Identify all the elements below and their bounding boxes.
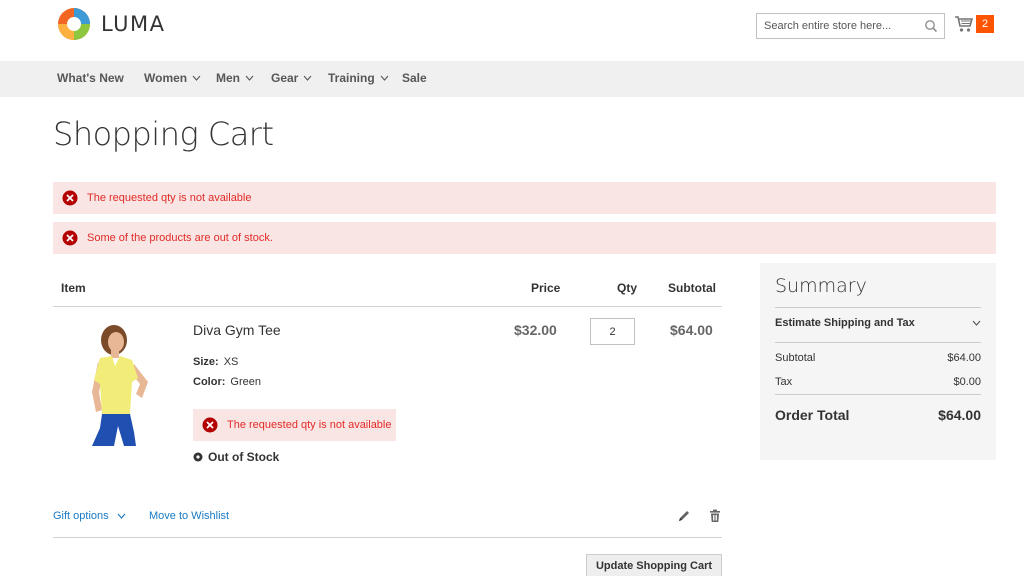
table-divider xyxy=(53,537,722,538)
nav-item-sale[interactable]: Sale xyxy=(402,71,427,85)
nav-item-training[interactable]: Training xyxy=(328,71,389,85)
nav-item-label: Training xyxy=(328,71,375,85)
gift-options-label: Gift options xyxy=(53,510,109,522)
chevron-down-icon xyxy=(972,320,981,326)
subtotal-label: Subtotal xyxy=(775,352,816,364)
order-summary: Summary Estimate Shipping and Tax Subtot… xyxy=(760,263,996,460)
summary-divider xyxy=(775,307,981,308)
main-navigation: What's New Women Men Gear Training Sale xyxy=(0,61,1024,97)
estimate-shipping-label: Estimate Shipping and Tax xyxy=(775,317,915,329)
chevron-down-icon xyxy=(117,513,126,519)
tax-label: Tax xyxy=(775,376,793,388)
header: LUMA 2 xyxy=(0,0,1024,61)
column-header-item: Item xyxy=(61,281,86,295)
nav-item-whats-new[interactable]: What's New xyxy=(57,71,124,85)
error-message-text: Some of the products are out of stock. xyxy=(87,232,273,244)
summary-title: Summary xyxy=(775,275,867,297)
summary-tax-row: Tax $0.00 xyxy=(775,376,981,388)
update-shopping-cart-button[interactable]: Update Shopping Cart xyxy=(586,554,722,576)
nav-item-label: Men xyxy=(216,71,240,85)
delete-icon[interactable] xyxy=(708,509,722,523)
option-value: Green xyxy=(230,376,261,388)
stock-status: Out of Stock xyxy=(193,450,279,464)
summary-divider xyxy=(775,342,981,343)
error-icon xyxy=(62,230,78,246)
error-message-text: The requested qty is not available xyxy=(87,192,252,204)
cart-icon xyxy=(955,16,974,32)
out-of-stock-icon xyxy=(193,452,203,462)
nav-item-label: What's New xyxy=(57,71,124,85)
search-input[interactable] xyxy=(757,14,917,38)
error-icon xyxy=(62,190,78,206)
summary-subtotal-row: Subtotal $64.00 xyxy=(775,352,981,364)
subtotal-value: $64.00 xyxy=(947,352,981,364)
page-title: Shopping Cart xyxy=(53,115,274,153)
chevron-down-icon xyxy=(380,75,389,81)
nav-item-label: Women xyxy=(144,71,188,85)
luma-logo-icon xyxy=(58,8,90,40)
nav-item-women[interactable]: Women xyxy=(144,71,201,85)
nav-item-men[interactable]: Men xyxy=(216,71,254,85)
qty-input[interactable] xyxy=(590,318,635,345)
nav-item-label: Gear xyxy=(271,71,299,85)
option-label: Color: xyxy=(193,376,226,388)
move-to-wishlist-link[interactable]: Move to Wishlist xyxy=(149,510,229,522)
column-header-subtotal: Subtotal xyxy=(668,281,716,295)
chevron-down-icon xyxy=(192,75,201,81)
error-message: Some of the products are out of stock. xyxy=(53,222,996,254)
item-subtotal: $64.00 xyxy=(670,322,713,338)
column-header-qty: Qty xyxy=(617,281,638,295)
search-icon[interactable] xyxy=(924,19,938,33)
nav-item-gear[interactable]: Gear xyxy=(271,71,312,85)
chevron-down-icon xyxy=(303,75,312,81)
gift-options-toggle[interactable]: Gift options xyxy=(53,510,126,522)
product-image[interactable] xyxy=(62,322,166,454)
edit-icon[interactable] xyxy=(677,509,691,523)
item-price: $32.00 xyxy=(514,322,557,338)
summary-divider xyxy=(775,394,981,395)
minicart-button[interactable]: 2 xyxy=(954,15,994,33)
item-error-message: The requested qty is not available xyxy=(193,409,396,441)
item-error-text: The requested qty is not available xyxy=(227,419,392,431)
tax-value: $0.00 xyxy=(953,376,981,388)
order-total-row: Order Total $64.00 xyxy=(775,407,981,423)
table-divider xyxy=(53,306,722,307)
move-to-wishlist-label: Move to Wishlist xyxy=(149,510,230,522)
search-box xyxy=(756,13,945,39)
product-name-link[interactable]: Diva Gym Tee xyxy=(193,322,281,338)
product-option-color: Color: Green xyxy=(193,376,261,388)
nav-item-label: Sale xyxy=(402,71,427,85)
stock-status-text: Out of Stock xyxy=(208,450,280,464)
estimate-shipping-toggle[interactable]: Estimate Shipping and Tax xyxy=(775,317,981,329)
column-header-price: Price xyxy=(531,281,561,295)
logo-text: LUMA xyxy=(101,12,166,36)
error-message: The requested qty is not available xyxy=(53,182,996,214)
order-total-label: Order Total xyxy=(775,407,850,423)
cart-count-badge: 2 xyxy=(976,15,994,33)
option-label: Size: xyxy=(193,356,219,368)
error-icon xyxy=(202,417,218,433)
order-total-value: $64.00 xyxy=(938,407,981,423)
luma-logo[interactable]: LUMA xyxy=(57,7,166,41)
option-value: XS xyxy=(223,356,239,368)
product-option-size: Size: XS xyxy=(193,356,238,368)
chevron-down-icon xyxy=(245,75,254,81)
